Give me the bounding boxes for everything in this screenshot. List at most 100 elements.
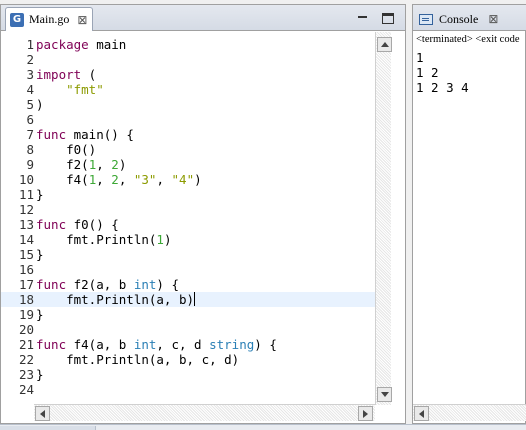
code-line[interactable]: 14 fmt.Println(1) [1, 232, 375, 247]
code-line[interactable]: 4 "fmt" [1, 82, 375, 97]
code-token: , [96, 172, 112, 187]
code-line[interactable]: 20 [1, 322, 375, 337]
code-text: package main [36, 37, 126, 52]
code-text: } [36, 307, 44, 322]
code-line[interactable]: 12 [1, 202, 375, 217]
tab-console[interactable]: Console ⊠ [415, 7, 505, 31]
code-text: fmt.Println(a, b, c, d) [36, 352, 239, 367]
line-number: 7 [26, 127, 34, 142]
code-line[interactable]: 22 fmt.Println(a, b, c, d) [1, 352, 375, 367]
code-token: ) { [254, 337, 277, 352]
code-token: , [156, 172, 172, 187]
code-token: f0() { [66, 217, 119, 232]
console-horizontal-scrollbar[interactable] [413, 404, 526, 421]
code-text: } [36, 187, 44, 202]
scroll-left-button[interactable] [414, 406, 429, 421]
code-token: func [36, 277, 67, 292]
line-number: 10 [18, 172, 34, 187]
code-token: "3" [133, 172, 157, 187]
chevron-up-icon [380, 42, 389, 47]
scroll-down-button[interactable] [377, 387, 392, 402]
chevron-right-icon [363, 409, 368, 418]
bottom-tab-stub[interactable] [0, 426, 96, 430]
console-icon [419, 13, 433, 25]
minimize-button[interactable] [357, 13, 369, 24]
close-icon[interactable]: ⊠ [488, 12, 498, 26]
vertical-scrollbar[interactable] [375, 32, 392, 405]
code-line[interactable]: 1 package main [1, 37, 375, 52]
tab-main-go[interactable]: G Main.go ⊠ [5, 7, 93, 31]
scroll-up-button[interactable] [377, 37, 392, 52]
line-number: 2 [26, 52, 34, 67]
code-line[interactable]: 13 func f0() { [1, 217, 375, 232]
code-token: ) { [156, 277, 179, 292]
code-token: } [36, 307, 44, 322]
code-token: import [36, 67, 82, 82]
code-text: "fmt" [36, 82, 104, 97]
code-token: , c, d [156, 337, 210, 352]
line-number: 24 [18, 382, 34, 397]
console-output-line: 1 2 3 4 [416, 80, 469, 95]
code-token: , [96, 157, 112, 172]
code-text: f2(1, 2) [36, 157, 126, 172]
line-number: 11 [18, 187, 34, 202]
code-token: func [36, 127, 67, 142]
console-output-line: 1 [416, 50, 424, 65]
console-pane: Console ⊠ <terminated> <exit code 11 21 … [412, 4, 526, 424]
code-token: } [36, 367, 44, 382]
tab-label: Main.go [29, 12, 70, 26]
code-line[interactable]: 3 import ( [1, 67, 375, 82]
text-cursor [194, 292, 196, 306]
code-token: ) [118, 157, 127, 172]
code-token: fmt.Println(a, b) [36, 292, 195, 307]
chevron-left-icon [40, 409, 45, 418]
line-number: 19 [18, 307, 34, 322]
code-text: } [36, 367, 44, 382]
code-line[interactable]: 19} [1, 307, 375, 322]
scroll-right-button[interactable] [358, 406, 373, 421]
horizontal-scrollbar[interactable] [34, 404, 375, 421]
code-line[interactable]: 15} [1, 247, 375, 262]
code-line[interactable]: 23} [1, 367, 375, 382]
code-text: f4(1, 2, "3", "4") [36, 172, 202, 187]
code-line[interactable]: 16 [1, 262, 375, 277]
code-line[interactable]: 10 f4(1, 2, "3", "4") [1, 172, 375, 187]
console-tab-label: Console [439, 11, 479, 26]
line-number: 23 [18, 367, 34, 382]
code-token: main [88, 37, 127, 52]
code-token: ) [194, 172, 202, 187]
code-token: string [209, 337, 255, 352]
line-number: 6 [26, 112, 34, 127]
line-number: 5 [26, 97, 34, 112]
maximize-button[interactable] [382, 13, 394, 24]
bottom-panel-strip [0, 424, 526, 430]
code-line[interactable]: 5) [1, 97, 375, 112]
code-text: func f4(a, b int, c, d string) { [36, 337, 277, 352]
code-token: f4( [36, 172, 89, 187]
code-line[interactable]: 9 f2(1, 2) [1, 157, 375, 172]
code-editor[interactable]: 1 package main 2 3 import (4 "fmt" 5) 6 7 func m… [1, 32, 375, 405]
go-file-icon: G [10, 12, 24, 27]
line-number: 4 [26, 82, 34, 97]
code-line[interactable]: 17 func f2(a, b int) { [1, 277, 375, 292]
line-number: 12 [18, 202, 34, 217]
console-output-line: 1 2 [416, 65, 439, 80]
code-token: } [36, 187, 44, 202]
code-token: package [36, 37, 89, 52]
code-line[interactable]: 11} [1, 187, 375, 202]
code-token: 2 [111, 172, 119, 187]
code-line[interactable]: 21 func f4(a, b int, c, d string) { [1, 337, 375, 352]
code-token: int [133, 277, 157, 292]
scroll-left-button[interactable] [35, 406, 50, 421]
line-number: 14 [18, 232, 34, 247]
code-token: 1 [156, 232, 164, 247]
code-line[interactable]: 24 [1, 382, 375, 397]
code-line[interactable]: 6 [1, 112, 375, 127]
code-line[interactable]: 2 [1, 52, 375, 67]
code-line[interactable]: 7 func main() { [1, 127, 375, 142]
code-token: f2( [36, 157, 89, 172]
close-icon[interactable]: ⊠ [77, 14, 87, 26]
current-code-line[interactable]: 18 fmt.Println(a, b) [1, 292, 375, 307]
code-token: f2(a, b [66, 277, 134, 292]
code-line[interactable]: 8 f0() [1, 142, 375, 157]
